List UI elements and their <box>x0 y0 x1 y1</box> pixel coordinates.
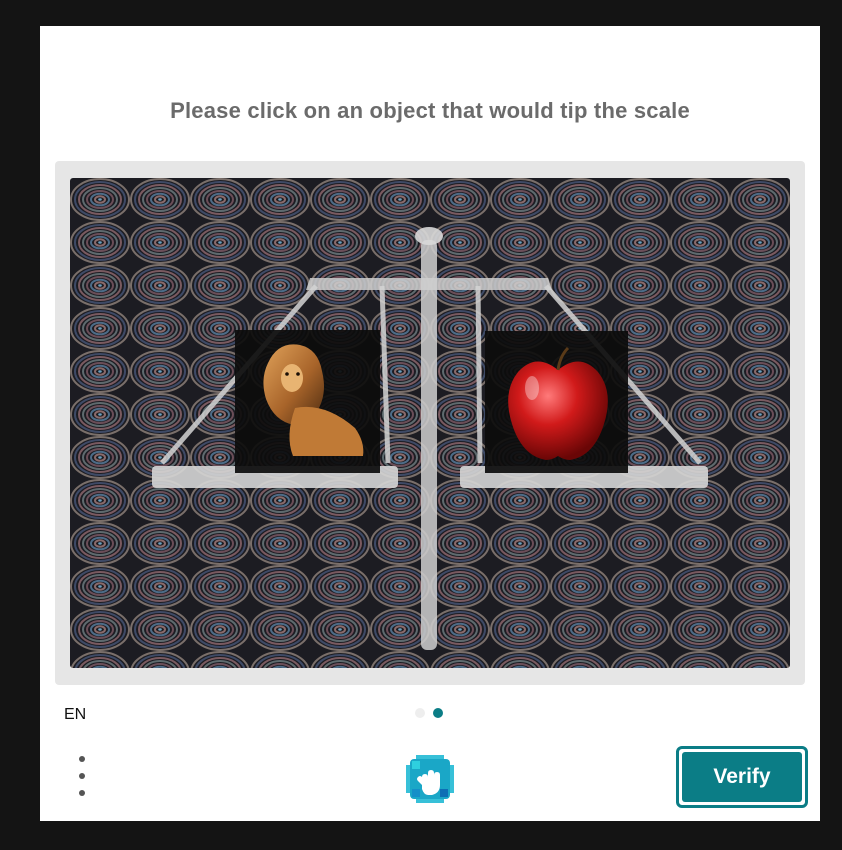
challenge-prompt: Please click on an object that would tip… <box>170 98 690 123</box>
challenge-image[interactable] <box>70 178 790 668</box>
pager-dot-2[interactable] <box>433 708 443 718</box>
menu-dot <box>79 790 85 796</box>
menu-dot <box>79 773 85 779</box>
verify-button-label: Verify <box>682 752 802 802</box>
language-selector[interactable]: EN <box>64 706 86 724</box>
apple-object[interactable] <box>485 331 628 473</box>
menu-dot <box>79 756 85 762</box>
verify-button[interactable]: Verify <box>676 746 808 808</box>
challenge-pager <box>415 708 443 718</box>
captcha-dialog: Please click on an object that would tip… <box>40 26 820 821</box>
challenge-frame <box>55 161 805 685</box>
hand-logo-icon <box>406 755 454 803</box>
lion-object[interactable] <box>235 330 380 473</box>
vertical-dots-icon[interactable] <box>72 756 92 796</box>
pager-dot-1[interactable] <box>415 708 425 718</box>
